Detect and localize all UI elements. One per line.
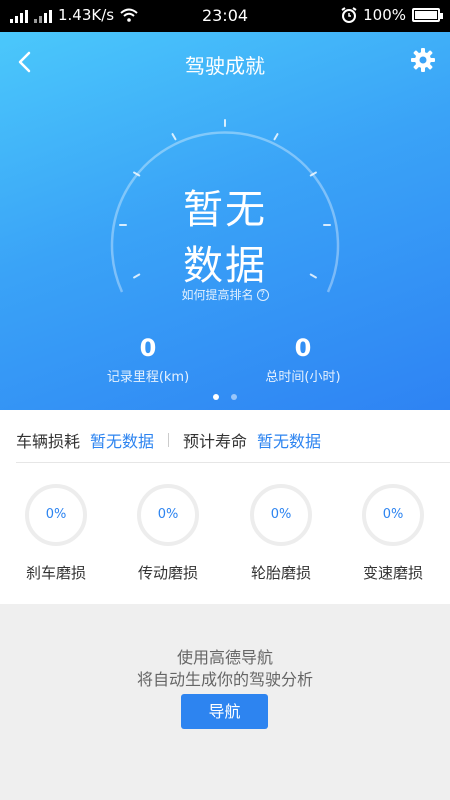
achievement-hero: 驾驶成就 暂无 数据 如何提高排名 ? 0 记录里程(km) 0 总时间(小时) <box>0 32 450 410</box>
page-dot-2[interactable] <box>231 394 237 400</box>
promo-line-2: 将自动生成你的驾驶分析 <box>136 670 313 689</box>
wear-summary: 车辆损耗 暂无数据 预计寿命 暂无数据 <box>16 428 321 452</box>
battery-icon <box>412 8 443 22</box>
gauge-tick <box>171 133 177 141</box>
wear-item-transmission[interactable]: 0% 传动磨损 <box>112 484 224 583</box>
question-circle-icon: ? <box>256 288 269 301</box>
improve-rank-label: 如何提高排名 <box>181 288 254 302</box>
section-divider <box>16 462 450 463</box>
gauge-tick <box>273 133 279 141</box>
wear-ring: 0% <box>362 484 424 546</box>
wear-ring: 0% <box>25 484 87 546</box>
status-bar: 1.43K/s 23:04 100% <box>0 0 450 32</box>
battery-fill <box>415 11 437 19</box>
page-indicator <box>0 394 450 400</box>
stat-mileage-value: 0 <box>139 334 157 362</box>
gear-icon[interactable] <box>410 47 436 73</box>
wear-section: 车辆损耗 暂无数据 预计寿命 暂无数据 0% 刹车磨损 0% 传动磨损 0% 轮… <box>0 410 450 604</box>
consumption-value: 暂无数据 <box>90 432 155 451</box>
wear-ring: 0% <box>137 484 199 546</box>
consumption-label: 车辆损耗 <box>16 432 81 451</box>
wear-name: 传动磨损 <box>137 564 198 582</box>
wear-name: 轮胎磨损 <box>250 564 311 582</box>
wear-item-brake[interactable]: 0% 刹车磨损 <box>0 484 112 583</box>
life-label: 预计寿命 <box>183 432 248 451</box>
navigation-promo: 使用高德导航 将自动生成你的驾驶分析 导航 <box>0 604 450 800</box>
page-title: 驾驶成就 <box>185 54 265 78</box>
life-value: 暂无数据 <box>257 432 322 451</box>
summary-divider <box>168 433 170 447</box>
navigate-button[interactable]: 导航 <box>181 694 268 729</box>
battery-percent: 100% <box>363 6 406 24</box>
improve-rank-link[interactable]: 如何提高排名 ? <box>0 286 450 303</box>
page-dot-1[interactable] <box>213 394 219 400</box>
wear-item-gearbox[interactable]: 0% 变速磨损 <box>337 484 449 583</box>
stat-time-label: 总时间(小时) <box>265 370 341 385</box>
status-right: 100% <box>341 6 443 24</box>
gauge-text-line1: 暂无 <box>183 187 267 233</box>
stat-mileage: 0 记录里程(km) <box>73 334 223 385</box>
wear-item-tire[interactable]: 0% 轮胎磨损 <box>225 484 337 583</box>
wear-ring: 0% <box>250 484 312 546</box>
wear-name: 变速磨损 <box>362 564 423 582</box>
promo-line-1: 使用高德导航 <box>176 648 273 667</box>
stat-time-value: 0 <box>294 334 312 362</box>
alarm-icon <box>341 7 357 23</box>
stat-time: 0 总时间(小时) <box>228 334 378 385</box>
wear-name: 刹车磨损 <box>25 564 86 582</box>
gauge-center-text: 暂无 数据 <box>0 182 450 294</box>
stat-mileage-label: 记录里程(km) <box>106 370 190 385</box>
